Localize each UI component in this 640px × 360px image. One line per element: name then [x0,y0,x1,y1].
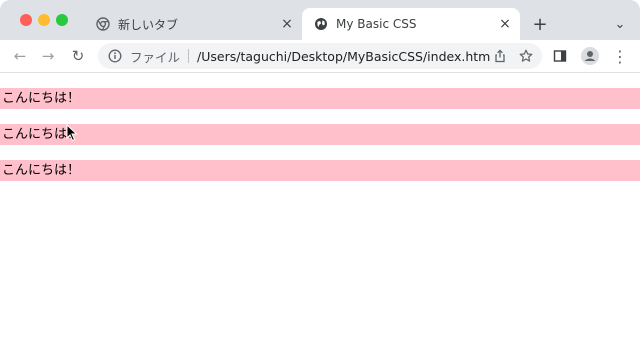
paragraph: こんにちは！ [0,124,640,145]
profile-avatar-icon[interactable] [578,44,602,68]
new-tab-button[interactable]: + [528,12,552,36]
close-icon[interactable]: × [276,13,298,35]
chrome-icon [96,17,110,31]
tab-title: My Basic CSS [336,17,417,31]
page-content: こんにちは！ こんにちは！ こんにちは！ [0,73,640,360]
divider [188,49,190,63]
forward-button[interactable]: → [36,44,60,68]
tab-search-button[interactable]: ⌄ [608,12,632,36]
tab-new-tab[interactable]: 新しいタブ × [84,8,302,40]
address-bar[interactable]: ファイル /Users/taguchi/Desktop/MyBasicCSS/i… [98,43,542,69]
browser-window: 新しいタブ × My Basic CSS × + ⌄ ← → ↻ ファイル /U… [0,0,640,360]
reload-button[interactable]: ↻ [66,44,90,68]
info-icon[interactable] [108,49,122,63]
minimize-window-button[interactable] [38,14,50,26]
tab-strip: 新しいタブ × My Basic CSS × + ⌄ [0,0,640,40]
back-button[interactable]: ← [8,44,32,68]
close-icon[interactable]: × [494,13,516,35]
url-text[interactable]: /Users/taguchi/Desktop/MyBasicCSS/index.… [197,49,490,64]
star-icon[interactable] [516,46,536,66]
maximize-window-button[interactable] [56,14,68,26]
paragraph: こんにちは！ [0,88,640,109]
tab-title: 新しいタブ [118,17,179,32]
tab-my-basic-css[interactable]: My Basic CSS × [302,8,520,40]
share-icon[interactable] [490,46,510,66]
side-panel-icon[interactable] [548,44,572,68]
kebab-menu-icon[interactable]: ⋮ [608,44,632,68]
globe-icon [314,17,328,31]
scheme-label: ファイル [130,49,181,65]
paragraph: こんにちは！ [0,160,640,181]
close-window-button[interactable] [20,14,32,26]
toolbar: ← → ↻ ファイル /Users/taguchi/Desktop/MyBasi… [0,40,640,73]
mouse-cursor-icon [66,124,78,142]
